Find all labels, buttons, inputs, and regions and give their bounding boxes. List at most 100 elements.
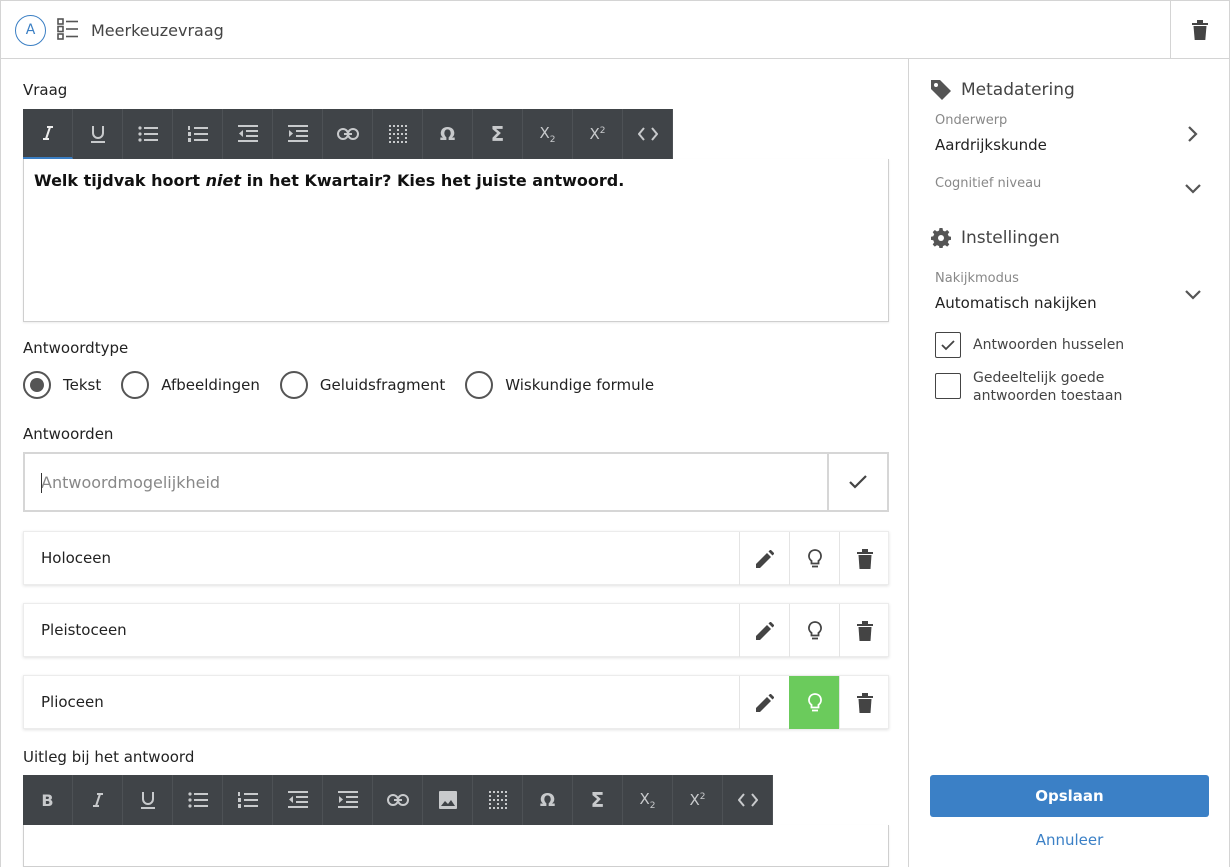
cancel-link[interactable]: Annuleer bbox=[930, 831, 1209, 849]
radio-circle[interactable] bbox=[23, 371, 51, 399]
question-header: A Meerkeuzevraag bbox=[0, 0, 1230, 59]
list-icon bbox=[57, 18, 79, 44]
check-icon bbox=[941, 339, 955, 350]
subject-value[interactable]: Aardrijkskunde bbox=[935, 136, 1047, 154]
hint-answer-button[interactable] bbox=[789, 604, 839, 657]
chevron-down-icon[interactable] bbox=[1185, 179, 1201, 198]
trash-icon bbox=[856, 692, 873, 713]
cognitive-level-label[interactable]: Cognitief niveau bbox=[935, 176, 1041, 191]
sum-button[interactable]: Σ bbox=[473, 109, 523, 159]
edit-answer-button[interactable] bbox=[739, 676, 789, 729]
chevron-down-icon[interactable] bbox=[1185, 285, 1201, 304]
sidebar: Metadatering Onderwerp Aardrijkskunde Co… bbox=[909, 59, 1230, 867]
question-toolbar: Ω Σ X2 X2 bbox=[23, 109, 673, 159]
italic-button[interactable] bbox=[73, 775, 123, 825]
outdent-button[interactable] bbox=[223, 109, 273, 159]
grading-mode-label: Nakijkmodus bbox=[935, 271, 1019, 286]
gear-icon bbox=[931, 228, 951, 248]
shuffle-answers-label: Antwoorden husselen bbox=[973, 337, 1125, 353]
answer-input-container bbox=[23, 452, 889, 512]
grading-mode-value[interactable]: Automatisch nakijken bbox=[935, 294, 1097, 312]
sum-button[interactable]: Σ bbox=[573, 775, 623, 825]
link-button[interactable] bbox=[323, 109, 373, 159]
answers-label: Antwoorden bbox=[23, 425, 114, 443]
header-divider bbox=[1170, 1, 1171, 59]
trash-icon bbox=[856, 548, 873, 569]
table-button[interactable] bbox=[473, 775, 523, 825]
bullet-list-button[interactable] bbox=[123, 109, 173, 159]
table-button[interactable] bbox=[373, 109, 423, 159]
link-button[interactable] bbox=[373, 775, 423, 825]
question-type-title: Meerkeuzevraag bbox=[91, 21, 224, 40]
delete-question-icon[interactable] bbox=[1189, 18, 1211, 46]
source-code-button[interactable] bbox=[723, 775, 773, 825]
numbered-list-button[interactable] bbox=[223, 775, 273, 825]
partial-answers-label: Gedeeltelijk goede antwoorden toestaan bbox=[973, 370, 1123, 404]
partial-answers-checkbox[interactable]: Gedeeltelijk goede antwoorden toestaan bbox=[935, 370, 1188, 405]
checkbox[interactable] bbox=[935, 373, 961, 399]
answer-row: Plioceen bbox=[23, 675, 889, 729]
delete-answer-button[interactable] bbox=[839, 532, 889, 585]
metadata-section-header: Metadatering bbox=[931, 80, 1075, 100]
question-text: Welk tijdvak hoort niet in het Kwartair?… bbox=[34, 171, 625, 190]
pencil-icon bbox=[755, 693, 774, 712]
pencil-icon bbox=[755, 549, 774, 568]
settings-section-header: Instellingen bbox=[931, 228, 1060, 248]
explanation-label: Uitleg bij het antwoord bbox=[23, 748, 195, 766]
radio-tekst[interactable]: Tekst bbox=[23, 371, 101, 399]
check-icon bbox=[849, 475, 867, 489]
numbered-list-button[interactable] bbox=[173, 109, 223, 159]
trash-icon bbox=[856, 620, 873, 641]
bold-button[interactable]: B bbox=[23, 775, 73, 825]
lightbulb-icon bbox=[807, 620, 822, 639]
italic-button[interactable] bbox=[23, 109, 73, 159]
answer-text: Pleistoceen bbox=[41, 621, 127, 639]
radio-circle[interactable] bbox=[279, 371, 308, 399]
bullet-list-button[interactable] bbox=[173, 775, 223, 825]
superscript-button[interactable]: X2 bbox=[573, 109, 623, 159]
subscript-button[interactable]: X2 bbox=[623, 775, 673, 825]
delete-answer-button[interactable] bbox=[839, 676, 889, 729]
image-button[interactable] bbox=[423, 775, 473, 825]
checkbox[interactable] bbox=[935, 332, 961, 358]
question-label: Vraag bbox=[23, 81, 68, 99]
explanation-text-editor[interactable] bbox=[23, 825, 889, 867]
lightbulb-icon bbox=[807, 548, 822, 567]
superscript-button[interactable]: X2 bbox=[673, 775, 723, 825]
radio-afbeeldingen[interactable]: Afbeeldingen bbox=[121, 371, 260, 399]
source-code-button[interactable] bbox=[623, 109, 673, 159]
lightbulb-icon bbox=[807, 692, 822, 711]
special-char-button[interactable]: Ω bbox=[523, 775, 573, 825]
image-icon bbox=[438, 791, 457, 809]
shuffle-answers-checkbox[interactable]: Antwoorden husselen bbox=[935, 332, 1188, 358]
radio-circle[interactable] bbox=[121, 371, 150, 399]
question-letter-badge: A bbox=[15, 15, 46, 46]
edit-answer-button[interactable] bbox=[739, 532, 789, 585]
underline-button[interactable] bbox=[123, 775, 173, 825]
indent-button[interactable] bbox=[323, 775, 373, 825]
answer-option-input[interactable] bbox=[25, 454, 829, 510]
radio-circle[interactable] bbox=[465, 371, 494, 399]
explanation-toolbar: B Ω Σ X2 X2 bbox=[23, 775, 773, 825]
answer-row: Holoceen bbox=[23, 531, 889, 585]
hint-answer-button[interactable] bbox=[789, 532, 839, 585]
radio-geluidsfragment[interactable]: Geluidsfragment bbox=[279, 371, 445, 399]
chevron-right-icon[interactable] bbox=[1187, 125, 1199, 147]
underline-button[interactable] bbox=[73, 109, 123, 159]
answer-text: Plioceen bbox=[41, 693, 104, 711]
special-char-button[interactable]: Ω bbox=[423, 109, 473, 159]
add-answer-check-button[interactable] bbox=[827, 454, 887, 510]
radio-wiskundige-formule[interactable]: Wiskundige formule bbox=[465, 371, 654, 399]
delete-answer-button[interactable] bbox=[839, 604, 889, 657]
hint-answer-button-active[interactable] bbox=[789, 676, 839, 729]
pencil-icon bbox=[755, 621, 774, 640]
subject-label: Onderwerp bbox=[935, 113, 1008, 128]
tag-icon bbox=[931, 80, 951, 100]
indent-button[interactable] bbox=[273, 109, 323, 159]
subscript-button[interactable]: X2 bbox=[523, 109, 573, 159]
outdent-button[interactable] bbox=[273, 775, 323, 825]
save-button[interactable]: Opslaan bbox=[930, 775, 1209, 817]
edit-answer-button[interactable] bbox=[739, 604, 789, 657]
answer-type-label: Antwoordtype bbox=[23, 339, 129, 357]
question-text-editor[interactable]: Welk tijdvak hoort niet in het Kwartair?… bbox=[23, 159, 889, 322]
